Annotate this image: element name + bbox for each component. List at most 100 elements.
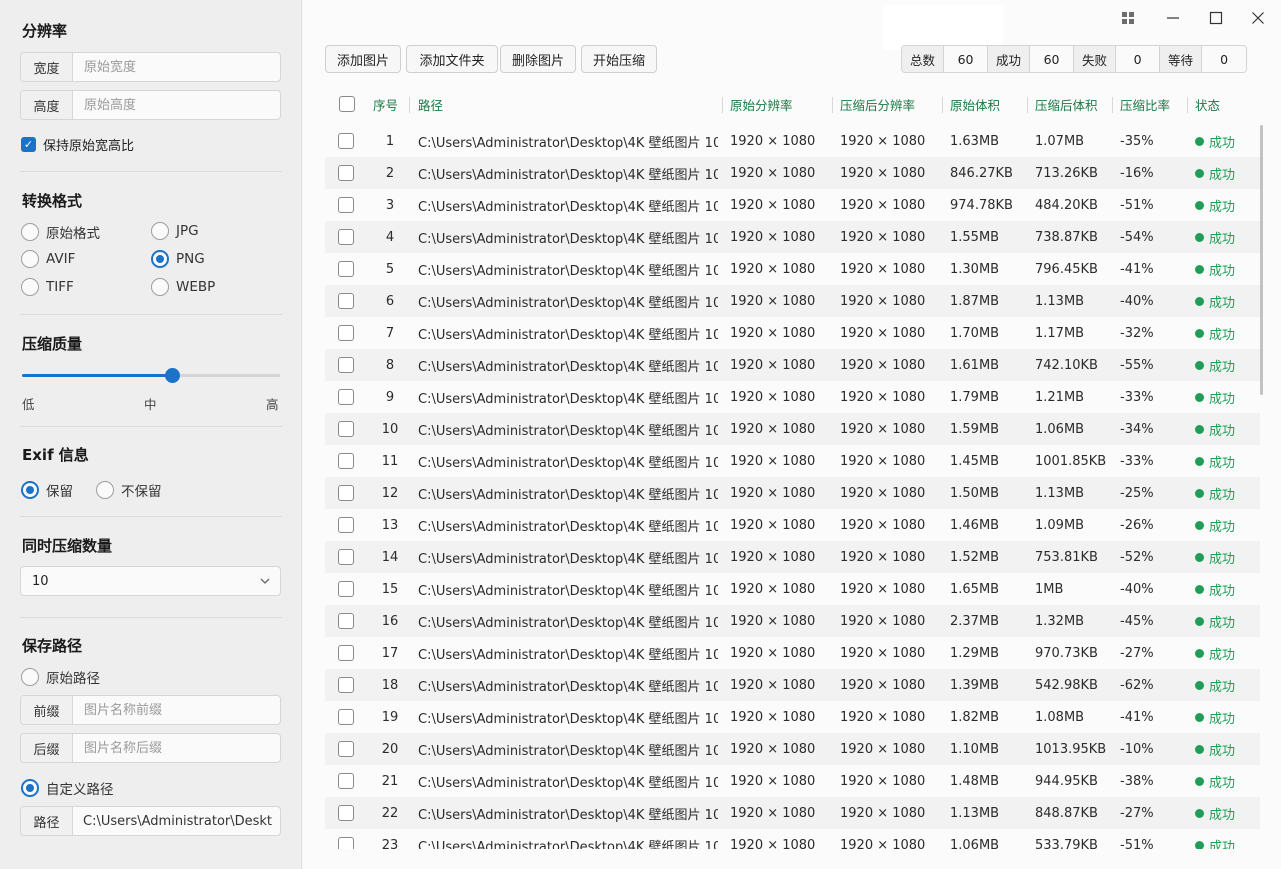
cell-no: 17 xyxy=(381,645,399,661)
col-header-new-res[interactable]: 压缩后分辨率 xyxy=(840,89,915,120)
status-dot-icon xyxy=(1195,232,1204,242)
row-checkbox[interactable] xyxy=(338,581,354,597)
cell-path: C:\Users\Administrator\Desktop\4K 壁纸图片 1… xyxy=(418,231,718,247)
table-row[interactable]: 9 C:\Users\Administrator\Desktop\4K 壁纸图片 … xyxy=(325,381,1260,413)
row-checkbox[interactable] xyxy=(338,229,354,245)
table-row[interactable]: 18 C:\Users\Administrator\Desktop\4K 壁纸图片… xyxy=(325,669,1260,701)
format-radio-png[interactable]: PNG xyxy=(151,250,205,268)
path-input[interactable] xyxy=(73,807,280,835)
row-checkbox[interactable] xyxy=(338,677,354,693)
quality-slider[interactable] xyxy=(22,368,280,383)
cell-orig-size: 1.29MB xyxy=(950,645,1000,661)
slider-thumb[interactable] xyxy=(164,368,180,383)
width-input[interactable] xyxy=(73,53,280,81)
row-checkbox[interactable] xyxy=(338,517,354,533)
keep-ratio-checkbox[interactable]: ✓ 保持原始宽高比 xyxy=(21,135,134,154)
col-header-no[interactable]: 序号 xyxy=(373,89,398,120)
cell-no: 12 xyxy=(381,485,399,501)
table-row[interactable]: 16 C:\Users\Administrator\Desktop\4K 壁纸图片… xyxy=(325,605,1260,637)
cell-orig-res: 1920 × 1080 xyxy=(730,261,816,277)
table-row[interactable]: 14 C:\Users\Administrator\Desktop\4K 壁纸图片… xyxy=(325,541,1260,573)
exif-radio-keep[interactable]: 保留 xyxy=(21,480,73,500)
exif-radio-discard[interactable]: 不保留 xyxy=(96,480,162,500)
layout-grid-icon[interactable] xyxy=(1118,8,1138,28)
cell-path: C:\Users\Administrator\Desktop\4K 壁纸图片 1… xyxy=(418,615,718,631)
table-row[interactable]: 8 C:\Users\Administrator\Desktop\4K 壁纸图片 … xyxy=(325,349,1260,381)
cell-path: C:\Users\Administrator\Desktop\4K 壁纸图片 1… xyxy=(418,775,718,791)
table-row[interactable]: 2 C:\Users\Administrator\Desktop\4K 壁纸图片 … xyxy=(325,157,1260,189)
row-checkbox[interactable] xyxy=(338,453,354,469)
row-checkbox[interactable] xyxy=(338,389,354,405)
save-radio-original[interactable]: 原始路径 xyxy=(21,667,100,687)
col-header-new-size[interactable]: 压缩后体积 xyxy=(1035,89,1098,120)
format-radio-jpg[interactable]: JPG xyxy=(151,222,199,240)
row-checkbox[interactable] xyxy=(338,293,354,309)
row-checkbox[interactable] xyxy=(338,325,354,341)
table-row[interactable]: 20 C:\Users\Administrator\Desktop\4K 壁纸图片… xyxy=(325,733,1260,765)
status-label: 成功 xyxy=(1209,679,1236,695)
row-checkbox[interactable] xyxy=(338,165,354,181)
column-divider xyxy=(832,97,833,113)
table-row[interactable]: 6 C:\Users\Administrator\Desktop\4K 壁纸图片 … xyxy=(325,285,1260,317)
table-row[interactable]: 21 C:\Users\Administrator\Desktop\4K 壁纸图片… xyxy=(325,765,1260,797)
select-all-checkbox[interactable] xyxy=(339,96,355,112)
row-checkbox[interactable] xyxy=(338,613,354,629)
prefix-input[interactable] xyxy=(73,696,280,724)
table-row[interactable]: 1 C:\Users\Administrator\Desktop\4K 壁纸图片 … xyxy=(325,125,1260,157)
row-checkbox[interactable] xyxy=(338,421,354,437)
add-folder-button[interactable]: 添加文件夹 xyxy=(406,45,498,73)
concurrency-select[interactable]: 10 xyxy=(20,566,281,596)
height-input[interactable] xyxy=(73,91,280,119)
col-header-path[interactable]: 路径 xyxy=(418,89,443,120)
cell-orig-res: 1920 × 1080 xyxy=(730,805,816,821)
table-row[interactable]: 23 C:\Users\Administrator\Desktop\4K 壁纸图片… xyxy=(325,829,1260,849)
cell-path: C:\Users\Administrator\Desktop\4K 壁纸图片 1… xyxy=(418,167,718,183)
row-checkbox[interactable] xyxy=(338,357,354,373)
table-row[interactable]: 11 C:\Users\Administrator\Desktop\4K 壁纸图片… xyxy=(325,445,1260,477)
row-checkbox[interactable] xyxy=(338,741,354,757)
col-header-orig-size[interactable]: 原始体积 xyxy=(950,89,1000,120)
save-radio-custom[interactable]: 自定义路径 xyxy=(21,778,114,798)
status-dot-icon xyxy=(1195,520,1204,530)
table-scrollbar[interactable] xyxy=(1260,125,1263,395)
delete-images-button[interactable]: 删除图片 xyxy=(500,45,576,73)
table-row[interactable]: 17 C:\Users\Administrator\Desktop\4K 壁纸图片… xyxy=(325,637,1260,669)
table-row[interactable]: 13 C:\Users\Administrator\Desktop\4K 壁纸图片… xyxy=(325,509,1260,541)
row-checkbox[interactable] xyxy=(338,549,354,565)
row-checkbox[interactable] xyxy=(338,709,354,725)
close-icon[interactable] xyxy=(1248,8,1268,28)
table-row[interactable]: 3 C:\Users\Administrator\Desktop\4K 壁纸图片 … xyxy=(325,189,1260,221)
row-checkbox[interactable] xyxy=(338,645,354,661)
row-checkbox[interactable] xyxy=(338,485,354,501)
cell-ratio: -55% xyxy=(1120,357,1154,373)
table-row[interactable]: 19 C:\Users\Administrator\Desktop\4K 壁纸图片… xyxy=(325,701,1260,733)
row-checkbox[interactable] xyxy=(338,133,354,149)
suffix-input[interactable] xyxy=(73,734,280,762)
minimize-icon[interactable] xyxy=(1163,8,1183,28)
format-radio-tiff[interactable]: TIFF xyxy=(21,278,74,296)
row-checkbox[interactable] xyxy=(338,261,354,277)
row-checkbox[interactable] xyxy=(338,773,354,789)
cell-no: 2 xyxy=(385,165,395,181)
format-radio-webp[interactable]: WEBP xyxy=(151,278,215,296)
table-row[interactable]: 12 C:\Users\Administrator\Desktop\4K 壁纸图片… xyxy=(325,477,1260,509)
status-dot-icon xyxy=(1195,840,1204,849)
table-row[interactable]: 10 C:\Users\Administrator\Desktop\4K 壁纸图片… xyxy=(325,413,1260,445)
table-row[interactable]: 22 C:\Users\Administrator\Desktop\4K 壁纸图片… xyxy=(325,797,1260,829)
add-images-button[interactable]: 添加图片 xyxy=(325,45,401,73)
row-checkbox[interactable] xyxy=(338,837,354,849)
cell-new-size: 542.98KB xyxy=(1035,677,1098,693)
table-row[interactable]: 15 C:\Users\Administrator\Desktop\4K 壁纸图片… xyxy=(325,573,1260,605)
format-radio-original[interactable]: 原始格式 xyxy=(21,222,100,242)
table-row[interactable]: 7 C:\Users\Administrator\Desktop\4K 壁纸图片 … xyxy=(325,317,1260,349)
row-checkbox[interactable] xyxy=(338,805,354,821)
maximize-icon[interactable] xyxy=(1206,8,1226,28)
table-row[interactable]: 4 C:\Users\Administrator\Desktop\4K 壁纸图片 … xyxy=(325,221,1260,253)
row-checkbox[interactable] xyxy=(338,197,354,213)
col-header-status[interactable]: 状态 xyxy=(1195,89,1220,120)
start-compress-button[interactable]: 开始压缩 xyxy=(581,45,657,73)
table-row[interactable]: 5 C:\Users\Administrator\Desktop\4K 壁纸图片 … xyxy=(325,253,1260,285)
col-header-orig-res[interactable]: 原始分辨率 xyxy=(730,89,793,120)
format-radio-avif[interactable]: AVIF xyxy=(21,250,75,268)
col-header-ratio[interactable]: 压缩比率 xyxy=(1120,89,1170,120)
